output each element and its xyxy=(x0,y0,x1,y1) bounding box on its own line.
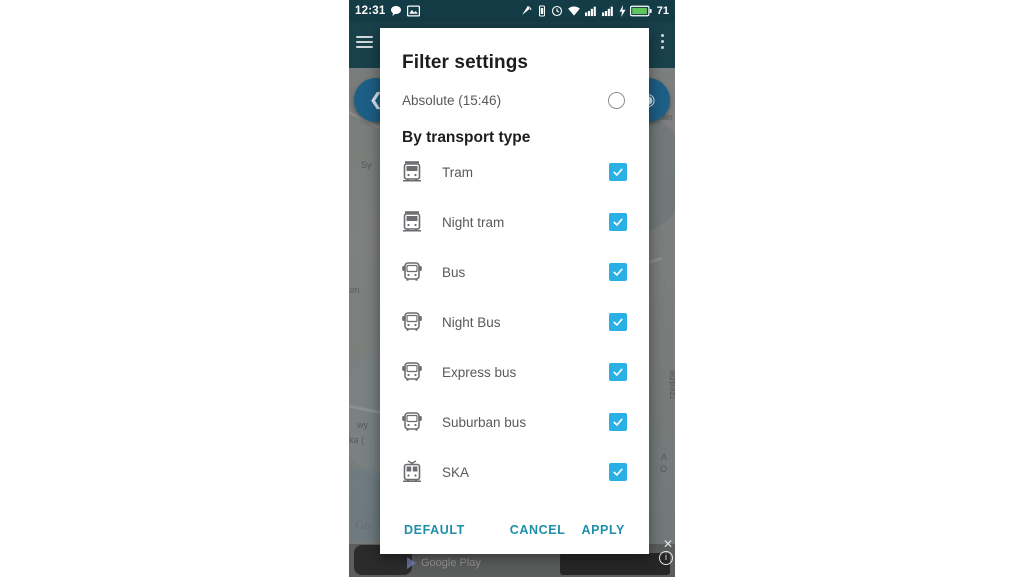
absolute-time-label: Absolute (15:46) xyxy=(402,93,502,108)
transport-label: Bus xyxy=(442,264,466,280)
transport-checkbox[interactable] xyxy=(609,313,627,331)
battery-icon xyxy=(629,5,652,17)
default-button[interactable]: DEFAULT xyxy=(396,517,473,543)
transport-label: SKA xyxy=(442,464,470,480)
location-icon xyxy=(520,5,533,17)
image-icon xyxy=(407,5,421,17)
charging-icon xyxy=(619,5,626,17)
battery-level: 71 xyxy=(656,5,669,17)
status-time: 12:31 xyxy=(355,5,386,17)
transport-row-night-tram[interactable]: Night tram xyxy=(380,197,649,247)
train-icon xyxy=(399,459,425,485)
dialog-title: Filter settings xyxy=(402,52,529,73)
bus-icon xyxy=(399,359,425,385)
signal-sim1-icon xyxy=(584,5,598,17)
tram-icon xyxy=(399,209,425,235)
tram-icon xyxy=(399,159,425,185)
transport-row-suburban-bus[interactable]: Suburban bus xyxy=(380,397,649,447)
hamburger-icon[interactable] xyxy=(356,36,373,49)
transport-checkbox[interactable] xyxy=(609,463,627,481)
transport-checkbox[interactable] xyxy=(609,263,627,281)
screenshot-canvas: Sy um wy ka ( la mier rzedzie A O ❮ ◉ Go… xyxy=(0,0,1025,577)
google-attribution: Go xyxy=(355,517,371,532)
filter-settings-dialog: Filter settings Absolute (15:46) By tran… xyxy=(380,28,649,554)
section-header-transport-type: By transport type xyxy=(402,129,531,146)
alarm-icon xyxy=(551,5,563,17)
transport-row-night-bus[interactable]: Night Bus xyxy=(380,297,649,347)
transport-label: Tram xyxy=(442,164,473,180)
transport-row-bus[interactable]: Bus xyxy=(380,247,649,297)
transport-checkbox[interactable] xyxy=(609,163,627,181)
transport-label: Suburban bus xyxy=(442,414,527,430)
absolute-time-row[interactable]: Absolute (15:46) xyxy=(380,74,649,109)
vibrate-icon xyxy=(537,5,547,17)
ad-cta[interactable] xyxy=(560,553,670,575)
dialog-body: Absolute (15:46) By transport type Tram … xyxy=(380,74,649,510)
transport-row-tram[interactable]: Tram xyxy=(380,147,649,197)
bus-icon xyxy=(399,409,425,435)
phone-screen: Sy um wy ka ( la mier rzedzie A O ❮ ◉ Go… xyxy=(349,0,675,577)
cancel-button[interactable]: CANCEL xyxy=(502,517,574,543)
transport-checkbox[interactable] xyxy=(609,213,627,231)
more-vertical-icon[interactable] xyxy=(661,34,665,52)
close-icon[interactable]: ✕ xyxy=(663,538,673,550)
transport-checkbox[interactable] xyxy=(609,413,627,431)
message-icon xyxy=(390,5,402,17)
transport-row-express-bus[interactable]: Express bus xyxy=(380,347,649,397)
bus-icon xyxy=(399,309,425,335)
transport-checkbox[interactable] xyxy=(609,363,627,381)
transport-row-ska[interactable]: SKA xyxy=(380,447,649,497)
info-icon[interactable]: i xyxy=(659,551,673,565)
wifi-icon xyxy=(567,5,581,17)
play-store-icon xyxy=(407,557,416,569)
transport-label: Express bus xyxy=(442,364,517,380)
bus-icon xyxy=(399,259,425,285)
transport-label: Night Bus xyxy=(442,314,501,330)
apply-button[interactable]: APPLY xyxy=(573,517,633,543)
status-bar: 12:31 71 xyxy=(349,0,675,22)
signal-sim2-icon xyxy=(601,5,615,17)
transport-label: Night tram xyxy=(442,214,505,230)
dialog-action-bar: DEFAULT CANCEL APPLY xyxy=(380,510,649,554)
ad-play-label: Google Play xyxy=(421,557,481,569)
absolute-time-radio[interactable] xyxy=(608,92,625,109)
